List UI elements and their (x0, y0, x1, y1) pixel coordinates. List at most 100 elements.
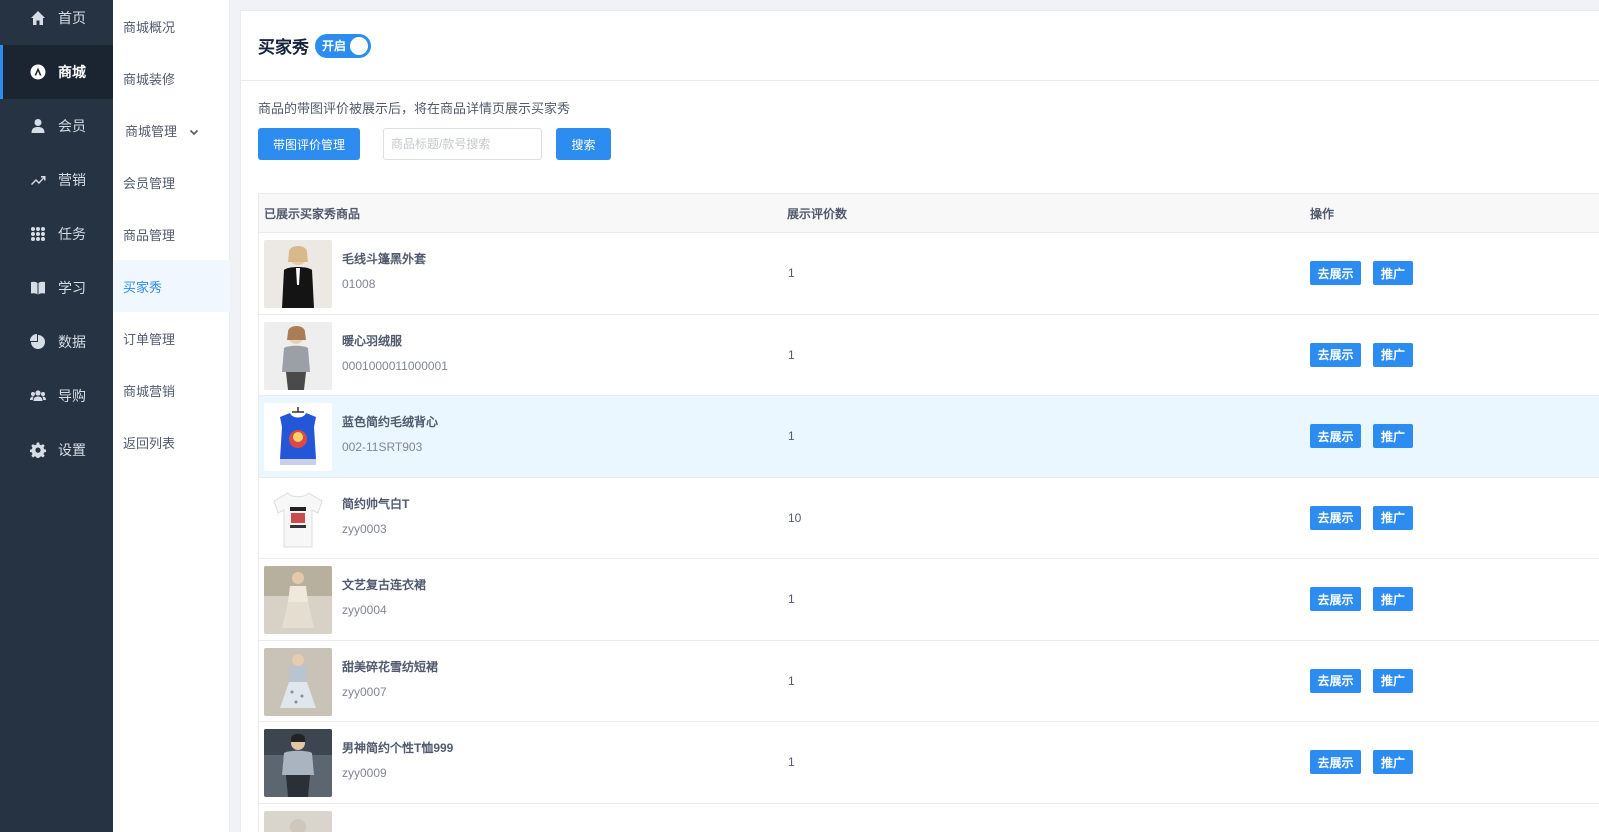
promote-button[interactable]: 推广 (1373, 261, 1413, 285)
subnav-item-mall-marketing[interactable]: 商城营销 (113, 364, 230, 416)
product-thumbnail[interactable] (264, 240, 332, 308)
book-icon (29, 279, 47, 297)
review-count: 1 (788, 592, 795, 606)
subnav-item-back-to-list[interactable]: 返回列表 (113, 416, 230, 468)
review-count: 1 (788, 347, 795, 362)
main-panel: 买家秀 开启 商品的带图评价被展示后，将在商品详情页展示买家秀 带图评价管理 搜… (240, 10, 1599, 832)
nav-label: 数据 (58, 334, 86, 350)
gear-icon (29, 441, 47, 459)
review-count: 1 (788, 266, 795, 280)
table-header: 已展示买家秀商品 展示评价数 操作 (259, 194, 1599, 233)
product-code: zyy0007 (342, 684, 387, 699)
table-row: 文艺复古连衣裙 zyy0004 1 去展示 推广 (259, 559, 1599, 641)
trend-icon (29, 171, 47, 189)
nav-item-data[interactable]: 数据 (0, 315, 113, 369)
product-code: 002-11SRT903 (342, 440, 423, 454)
nav-label: 学习 (58, 280, 86, 296)
table-row: 暖心羽绒服 0001000011000001 1 去展示 推广 (259, 315, 1599, 396)
nav-label: 导购 (58, 388, 86, 404)
table-row: 简约帅气白T zyy0003 10 去展示 推广 (259, 478, 1599, 559)
team-icon (29, 387, 47, 405)
page-header: 买家秀 开启 (241, 11, 1599, 81)
nav-item-guide[interactable]: 导购 (0, 369, 113, 423)
product-code: zyy0009 (342, 766, 387, 780)
subnav-item-decoration[interactable]: 商城装修 (113, 52, 230, 104)
promote-button[interactable]: 推广 (1373, 342, 1413, 367)
product-thumbnail[interactable] (264, 647, 332, 716)
column-header: 已展示买家秀商品 (264, 206, 361, 221)
toggle-knob (350, 36, 368, 55)
show-button[interactable]: 去展示 (1310, 342, 1361, 367)
table-row: 毛线斗篷黑外套 01008 1 去展示 推广 (259, 233, 1599, 315)
promote-button[interactable]: 推广 (1373, 750, 1413, 774)
nav-item-member[interactable]: 会员 (0, 99, 113, 153)
nav-label: 任务 (58, 226, 86, 242)
info-text: 商品的带图评价被展示后，将在商品详情页展示买家秀 (258, 101, 571, 116)
home-icon (29, 9, 47, 27)
product-name: 蓝色简约毛绒背心 (342, 415, 439, 429)
nav-label: 设置 (58, 442, 86, 458)
table-row: 蓝色简约毛绒背心 002-11SRT903 1 去展示 推广 (259, 396, 1599, 478)
review-count: 1 (788, 429, 795, 443)
product-thumbnail[interactable] (264, 403, 332, 471)
nav-item-settings[interactable]: 设置 (0, 423, 113, 477)
show-button[interactable]: 去展示 (1310, 668, 1361, 693)
review-count: 1 (788, 673, 795, 688)
product-code: zyy0004 (342, 603, 387, 617)
chevron-down-icon (189, 125, 199, 136)
product-code: 0001000011000001 (342, 358, 448, 373)
product-name: 甜美碎花雪纺短裙 (342, 659, 439, 674)
table-row: 甜美碎花雪纺短裙 zyy0007 1 去展示 推广 (259, 641, 1599, 722)
product-thumbnail[interactable] (264, 566, 332, 634)
product-name: 毛线斗篷黑外套 (342, 252, 427, 266)
product-thumbnail[interactable] (264, 484, 332, 553)
product-table: 已展示买家秀商品 展示评价数 操作 毛线斗篷黑外套 01008 1 去展示 推广… (258, 193, 1599, 832)
subnav-item-member-management[interactable]: 会员管理 (113, 156, 230, 208)
manage-reviews-button[interactable]: 带图评价管理 (258, 128, 360, 160)
nav-item-marketing[interactable]: 营销 (0, 153, 113, 207)
show-button[interactable]: 去展示 (1310, 750, 1361, 774)
product-name: 男神简约个性T恤999 (342, 741, 454, 755)
buyer-show-toggle[interactable]: 开启 (315, 33, 371, 58)
promote-button[interactable]: 推广 (1373, 668, 1413, 693)
nav-item-task[interactable]: 任务 (0, 207, 113, 261)
search-button[interactable]: 搜索 (556, 128, 611, 160)
product-code: zyy0003 (342, 521, 387, 536)
product-thumbnail[interactable] (264, 729, 332, 797)
page-title: 买家秀 (258, 38, 309, 57)
promote-button[interactable]: 推广 (1373, 587, 1413, 611)
secondary-sidebar: 商城概况 商城装修 商城管理 会员管理 商品管理 买家秀 订单管理 商城营销 返… (113, 0, 230, 832)
column-header: 操作 (1310, 206, 1335, 221)
show-button[interactable]: 去展示 (1310, 587, 1361, 611)
subnav-item-buyer-show[interactable]: 买家秀 (113, 260, 230, 312)
nav-item-learn[interactable]: 学习 (0, 261, 113, 315)
nav-label: 首页 (58, 10, 86, 26)
review-count: 1 (788, 755, 795, 769)
user-icon (29, 117, 47, 135)
nav-label: 会员 (58, 118, 86, 134)
subnav-item-product-management[interactable]: 商品管理 (113, 208, 230, 260)
show-button[interactable]: 去展示 (1310, 505, 1361, 530)
show-button[interactable]: 去展示 (1310, 261, 1361, 285)
promote-button[interactable]: 推广 (1373, 505, 1413, 530)
subnav-item-mall-management[interactable]: 商城管理 (113, 104, 230, 156)
subnav-item-orders[interactable]: 订单管理 (113, 312, 230, 364)
product-code: 01008 (342, 277, 376, 291)
nav-item-home[interactable]: 首页 (0, 0, 113, 45)
promote-button[interactable]: 推广 (1373, 424, 1413, 448)
product-thumbnail[interactable] (264, 810, 332, 832)
search-input[interactable] (383, 128, 542, 160)
column-header: 展示评价数 (787, 206, 848, 221)
product-name: 简约帅气白T (342, 496, 410, 511)
subnav-item-overview[interactable]: 商城概况 (113, 0, 230, 52)
primary-sidebar: 首页 商城 会员 营销 任务 学习 数据 导购 设置 (0, 0, 113, 832)
table-row (259, 804, 1599, 832)
product-name: 文艺复古连衣裙 (342, 578, 427, 592)
grid-icon (29, 225, 47, 243)
review-count: 10 (788, 510, 802, 525)
show-button[interactable]: 去展示 (1310, 424, 1361, 448)
pie-icon (29, 333, 47, 351)
product-thumbnail[interactable] (264, 321, 332, 390)
nav-item-mall[interactable]: 商城 (0, 45, 113, 99)
table-row: 男神简约个性T恤999 zyy0009 1 去展示 推广 (259, 722, 1599, 804)
